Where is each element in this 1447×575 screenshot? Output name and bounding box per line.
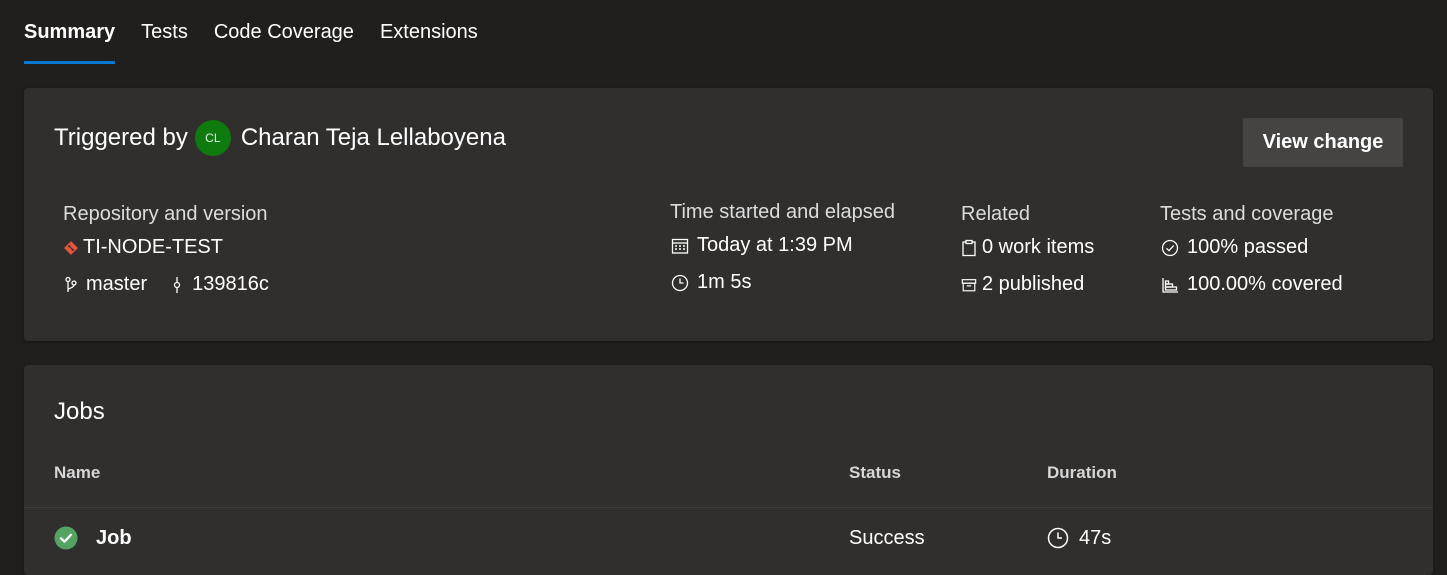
git-diamond-icon — [63, 239, 79, 257]
avatar[interactable]: CL — [194, 120, 231, 156]
branch-name[interactable]: master — [86, 273, 147, 296]
related-heading: Related — [961, 203, 1030, 225]
commit-icon — [169, 276, 185, 294]
elapsed-row: 1m 5s — [670, 264, 895, 301]
repository-heading: Repository and version — [63, 203, 268, 225]
tests-section: Tests and coverage 100% passed 100.00% c… — [1160, 199, 1343, 303]
branch-icon — [63, 276, 79, 294]
tests-passed-row[interactable]: 100% passed — [1160, 229, 1343, 266]
jobs-title: Jobs — [54, 398, 105, 425]
time-section: Time started and elapsed Today at 1:39 P… — [670, 197, 895, 301]
calendar-icon — [670, 237, 690, 255]
start-time-row: Today at 1:39 PM — [670, 227, 895, 264]
coverage[interactable]: 100.00% covered — [1187, 273, 1343, 296]
time-heading: Time started and elapsed — [670, 201, 895, 223]
job-status: Success — [849, 526, 925, 549]
clock-icon — [670, 274, 690, 292]
triggered-by-label: Triggered by — [54, 124, 188, 151]
jobs-card: Jobs Name Status Duration Job Success 47… — [24, 365, 1433, 575]
tab-tests[interactable]: Tests — [141, 0, 188, 64]
artifact-icon — [961, 276, 977, 294]
clipboard-icon — [961, 239, 977, 257]
column-header-name: Name — [54, 463, 101, 482]
published-row[interactable]: 2 published — [961, 266, 1094, 303]
elapsed-time: 1m 5s — [697, 271, 752, 293]
summary-card: Triggered by CL Charan Teja Lellaboyena … — [24, 88, 1433, 341]
tab-extensions[interactable]: Extensions — [380, 0, 478, 64]
table-row[interactable]: Job Success 47s — [24, 508, 1433, 568]
bar-chart-icon — [1160, 276, 1180, 294]
view-change-button[interactable]: View change — [1243, 118, 1403, 167]
check-circle-icon — [1160, 239, 1180, 257]
pivot-tabs: Summary Tests Code Coverage Extensions — [24, 0, 504, 64]
work-items-row[interactable]: 0 work items — [961, 229, 1094, 266]
user-name[interactable]: Charan Teja Lellaboyena — [241, 124, 506, 152]
tests-passed[interactable]: 100% passed — [1187, 236, 1308, 259]
column-header-duration: Duration — [1047, 463, 1117, 482]
start-time: Today at 1:39 PM — [697, 234, 853, 256]
version-row: master 139816c — [63, 266, 269, 303]
job-name[interactable]: Job — [96, 527, 132, 550]
tab-summary[interactable]: Summary — [24, 0, 116, 64]
job-duration-cell: 47s — [1047, 508, 1111, 568]
job-duration: 47s — [1079, 526, 1112, 549]
coverage-row[interactable]: 100.00% covered — [1160, 266, 1343, 303]
published-artifacts[interactable]: 2 published — [982, 273, 1084, 296]
related-section: Related 0 work items 2 published — [961, 199, 1094, 303]
commit-id[interactable]: 139816c — [192, 273, 269, 296]
repo-name[interactable]: TI-NODE-TEST — [83, 236, 223, 259]
repository-section: Repository and version TI-NODE-TEST mast… — [63, 199, 269, 303]
job-name-cell: Job — [54, 508, 132, 568]
tests-heading: Tests and coverage — [1160, 203, 1334, 225]
clock-icon — [1047, 527, 1069, 549]
column-header-status: Status — [849, 463, 901, 482]
triggered-by: Triggered by CL Charan Teja Lellaboyena — [54, 118, 506, 158]
repo-row[interactable]: TI-NODE-TEST — [63, 229, 269, 266]
success-check-icon — [54, 526, 78, 550]
work-items[interactable]: 0 work items — [982, 236, 1094, 259]
tab-code-coverage[interactable]: Code Coverage — [214, 0, 354, 64]
